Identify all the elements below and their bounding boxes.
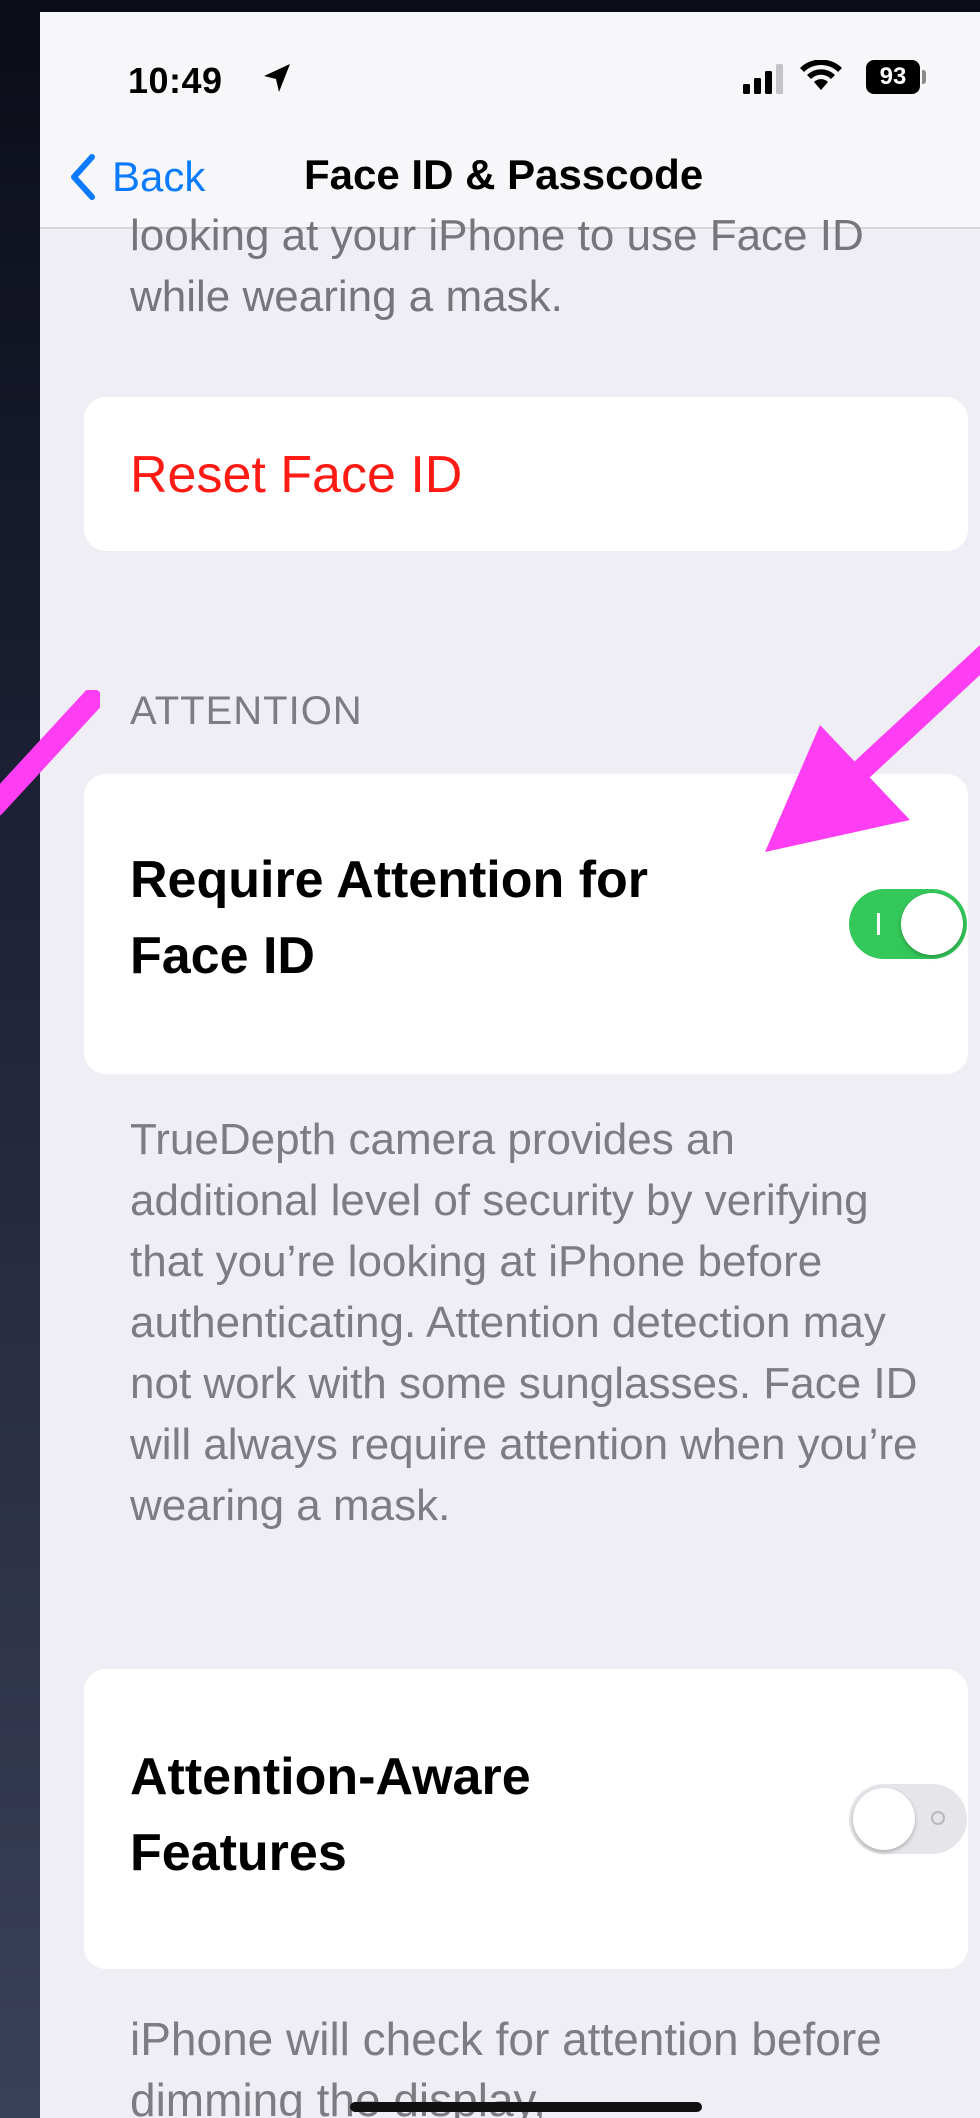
mask-footer-text: looking at your iPhone to use Face ID wh… (130, 211, 864, 321)
reset-face-id-cell[interactable]: Reset Face ID (84, 397, 968, 551)
wifi-icon (800, 60, 842, 90)
annotation-arrow-left (0, 690, 100, 816)
chevron-left-icon (71, 154, 95, 200)
reset-face-id-button[interactable]: Reset Face ID (130, 445, 462, 505)
toggle-off-indicator (931, 1811, 945, 1825)
attention-footer-text: TrueDepth camera provides an additional … (130, 1115, 918, 1530)
toggle-knob (901, 893, 963, 955)
attention-aware-toggle[interactable] (849, 1784, 967, 1854)
back-label: Back (112, 153, 206, 200)
phone-screen: 10:49 93 Back Face ID & Passcode looking… (40, 12, 980, 2118)
status-bar: 10:49 93 (40, 12, 980, 127)
signal-icon (743, 64, 783, 94)
attention-aware-cell: Attention-Aware Features (84, 1669, 968, 1969)
home-indicator (350, 2102, 702, 2112)
battery-icon: 93 (866, 60, 920, 94)
require-attention-toggle[interactable] (849, 889, 967, 959)
toggle-on-indicator (877, 913, 880, 935)
require-attention-label: Require Attention for Face ID (130, 851, 649, 985)
attention-aware-label: Attention-Aware Features (130, 1748, 531, 1882)
toggle-knob (853, 1788, 915, 1850)
status-time: 10:49 (128, 60, 223, 101)
location-arrow-icon (264, 64, 290, 92)
annotation-arrow-right (765, 644, 980, 852)
page-title: Face ID & Passcode (304, 151, 704, 198)
attention-section-header: ATTENTION (130, 689, 363, 733)
back-button[interactable]: Back (68, 149, 205, 205)
battery-tip (922, 70, 926, 84)
